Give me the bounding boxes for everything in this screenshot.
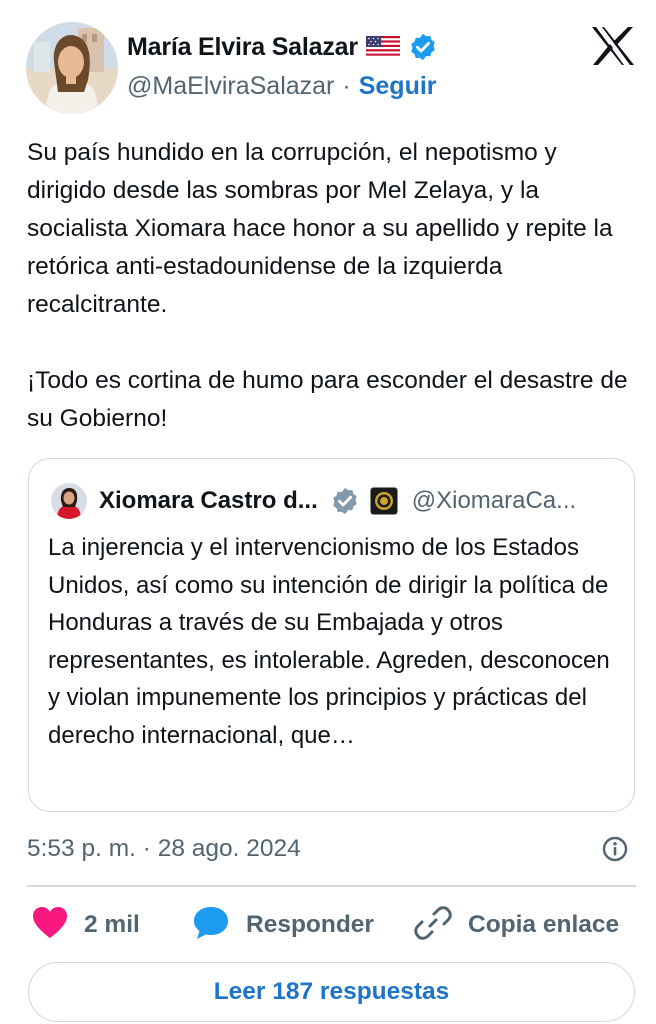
gray-verified-badge-icon[interactable] <box>330 486 360 516</box>
follow-button[interactable]: Seguir <box>359 72 437 101</box>
read-replies-label: Leer 187 respuestas <box>213 978 450 1005</box>
government-seal-icon[interactable] <box>370 487 398 515</box>
quoted-author-handle[interactable]: @XiomaraCa... <box>412 487 576 515</box>
info-icon[interactable] <box>600 834 630 864</box>
verified-badge-icon[interactable] <box>408 32 438 62</box>
tweet-card: María Elvira Salazar @MaElviraSalazar · … <box>0 0 656 1024</box>
copy-link-label: Copia enlace <box>468 911 620 938</box>
read-replies-button[interactable]: Leer 187 respuestas <box>28 962 635 1022</box>
like-count: 2 mil <box>84 911 140 938</box>
copy-link-button[interactable]: Copia enlace <box>414 902 619 948</box>
author-name-row: María Elvira Salazar <box>127 30 438 64</box>
quoted-tweet-header: Xiomara Castro d... @XiomaraCa... <box>51 481 576 521</box>
author-handle[interactable]: @MaElviraSalazar <box>127 72 334 101</box>
speech-bubble-icon <box>192 905 230 946</box>
reply-label: Responder <box>246 911 374 938</box>
tweet-paragraph: Su país hundido en la corrupción, el nep… <box>27 139 613 318</box>
quoted-author-avatar[interactable] <box>51 483 87 519</box>
tweet-paragraph: ¡Todo es cortina de humo para esconder e… <box>27 367 628 432</box>
x-logo-icon[interactable] <box>590 26 636 66</box>
reply-button[interactable]: Responder <box>192 902 374 948</box>
tweet-timestamp[interactable]: 5:53 p. m. · 28 ago. 2024 <box>27 832 301 866</box>
quoted-tweet[interactable]: Xiomara Castro d... @XiomaraCa... La inj… <box>28 458 635 812</box>
tweet-text: Su país hundido en la corrupción, el nep… <box>27 134 637 438</box>
us-flag-icon <box>365 36 400 58</box>
divider <box>27 885 636 887</box>
like-button[interactable]: 2 mil <box>32 902 140 948</box>
quoted-author-name[interactable]: Xiomara Castro d... <box>99 487 318 515</box>
author-avatar[interactable] <box>26 22 118 114</box>
author-handle-row: @MaElviraSalazar · Seguir <box>127 70 437 102</box>
action-bar: 2 mil Responder Copia enlace <box>0 902 656 948</box>
quoted-tweet-text: La injerencia y el intervencionismo de l… <box>48 534 610 749</box>
author-name[interactable]: María Elvira Salazar <box>127 33 358 62</box>
heart-icon <box>32 906 68 945</box>
link-icon <box>414 904 452 947</box>
separator-dot: · <box>342 71 351 100</box>
